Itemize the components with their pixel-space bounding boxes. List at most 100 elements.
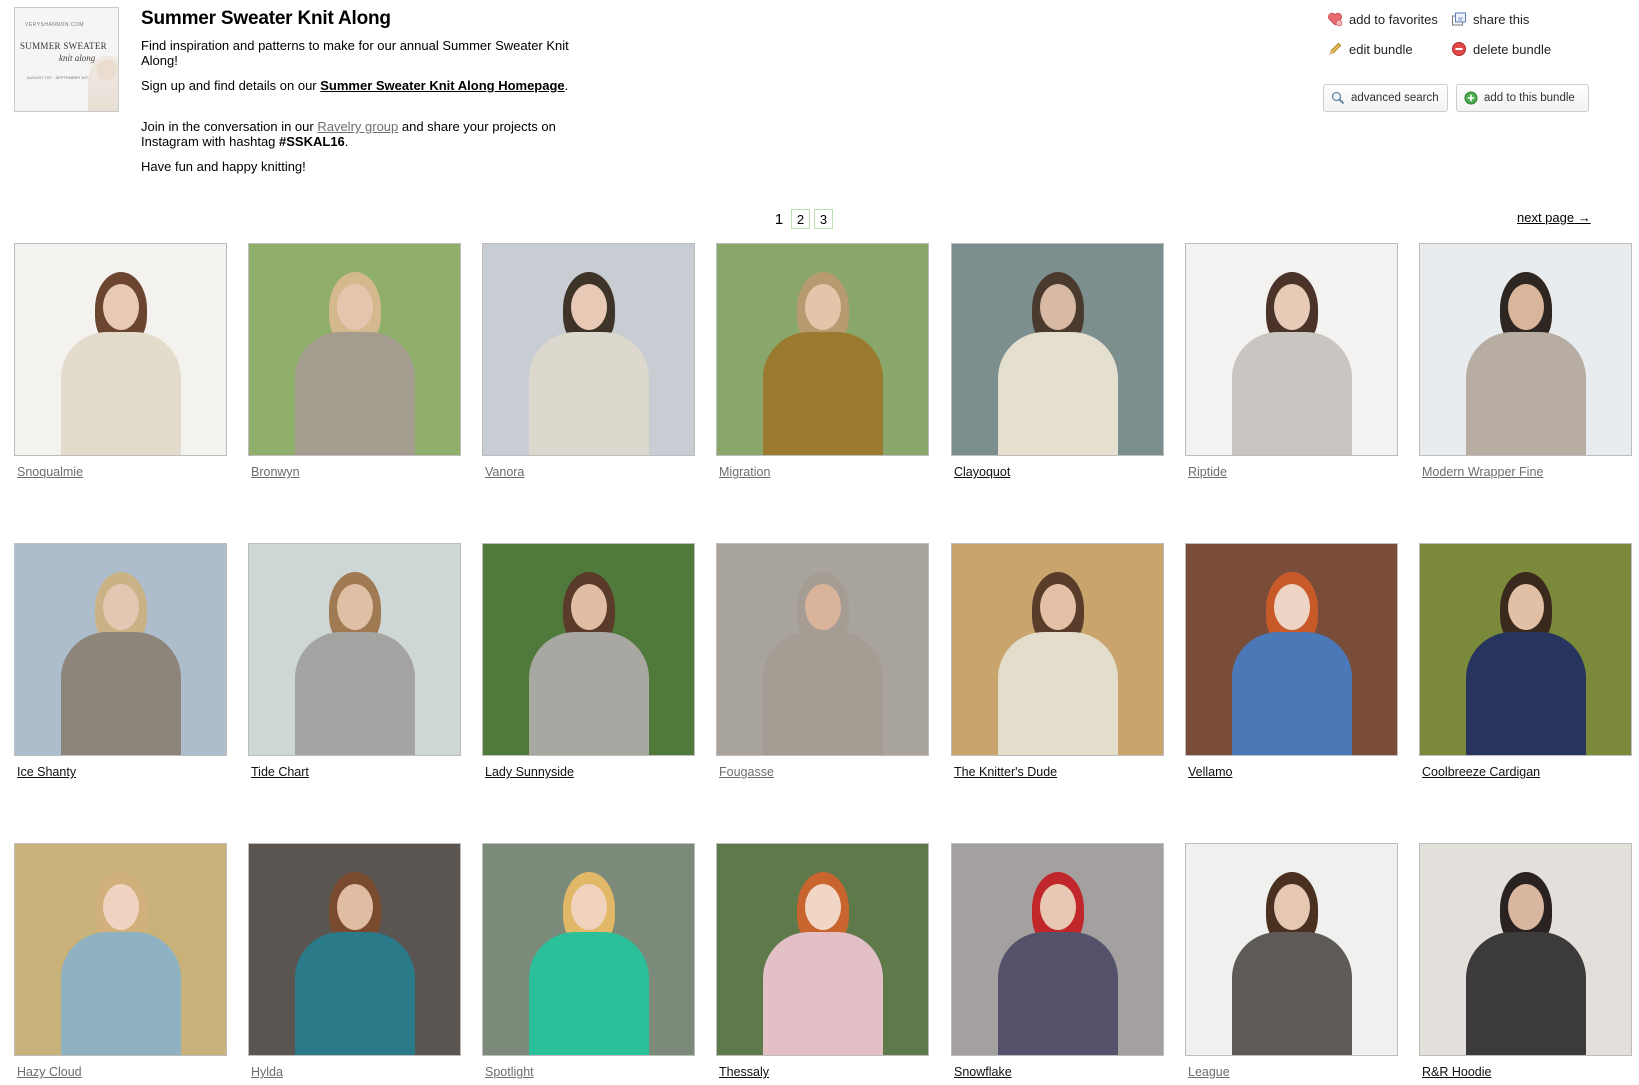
pattern-name-link[interactable]: Vanora xyxy=(485,465,524,479)
pattern-card[interactable]: Riptide xyxy=(1185,243,1398,481)
model-face xyxy=(1039,584,1076,630)
pattern-photo[interactable] xyxy=(716,243,929,456)
thumbnail-figure xyxy=(88,56,118,111)
model-sweater xyxy=(528,932,649,1055)
homepage-link[interactable]: Summer Sweater Knit Along Homepage xyxy=(320,78,564,93)
pattern-card[interactable]: Coolbreeze Cardigan xyxy=(1419,543,1632,781)
pattern-name-link[interactable]: Snoqualmie xyxy=(17,465,83,479)
pattern-name-link[interactable]: Spotlight xyxy=(485,1065,534,1079)
heart-icon xyxy=(1327,11,1343,27)
desc-2-prefix: Sign up and find details on our xyxy=(141,78,321,93)
model-face xyxy=(1039,284,1076,330)
pattern-card[interactable]: Vellamo xyxy=(1185,543,1398,781)
pattern-photo[interactable] xyxy=(14,843,227,1056)
pattern-photo[interactable] xyxy=(1419,843,1632,1056)
share-this-label: share this xyxy=(1473,11,1530,27)
model-sweater xyxy=(997,332,1118,455)
pattern-name-link[interactable]: Bronwyn xyxy=(251,465,300,479)
pattern-name-link[interactable]: Clayoquot xyxy=(954,465,1010,479)
pattern-name-link[interactable]: Hazy Cloud xyxy=(17,1065,82,1079)
pattern-photo[interactable] xyxy=(248,543,461,756)
model-sweater xyxy=(60,932,181,1055)
pattern-name-link[interactable]: Lady Sunnyside xyxy=(485,765,574,779)
pattern-photo[interactable] xyxy=(482,243,695,456)
pattern-photo[interactable] xyxy=(482,843,695,1056)
pattern-name-link[interactable]: Migration xyxy=(719,465,770,479)
pattern-photo[interactable] xyxy=(951,843,1164,1056)
pattern-card[interactable]: League xyxy=(1185,843,1398,1081)
pattern-photo[interactable] xyxy=(716,843,929,1056)
delete-bundle-link[interactable]: delete bundle xyxy=(1451,41,1551,57)
add-icon xyxy=(1464,91,1478,105)
pattern-photo[interactable] xyxy=(1419,243,1632,456)
next-page-link[interactable]: next page → xyxy=(1517,210,1591,225)
pattern-card[interactable]: Snoqualmie xyxy=(14,243,227,481)
pattern-card[interactable]: Tide Chart xyxy=(248,543,461,781)
pattern-photo[interactable] xyxy=(951,243,1164,456)
pattern-name-link[interactable]: The Knitter's Dude xyxy=(954,765,1057,779)
bundle-description-3: Join in the conversation in our Ravelry … xyxy=(141,119,571,149)
pattern-card[interactable]: Migration xyxy=(716,243,929,481)
pattern-photo[interactable] xyxy=(1185,243,1398,456)
pattern-name-link[interactable]: League xyxy=(1188,1065,1230,1079)
pattern-name-link[interactable]: Snowflake xyxy=(954,1065,1012,1079)
pattern-photo[interactable] xyxy=(248,843,461,1056)
page-link-2[interactable]: 2 xyxy=(791,209,810,229)
pattern-card[interactable]: Ice Shanty xyxy=(14,543,227,781)
pattern-photo[interactable] xyxy=(14,243,227,456)
model-sweater xyxy=(60,632,181,755)
pattern-photo[interactable] xyxy=(482,543,695,756)
model-sweater xyxy=(1465,632,1586,755)
pattern-name-link[interactable]: Modern Wrapper Fine xyxy=(1422,465,1543,479)
pattern-name-link[interactable]: Riptide xyxy=(1188,465,1227,479)
pattern-name-link[interactable]: Coolbreeze Cardigan xyxy=(1422,765,1540,779)
advanced-search-label: advanced search xyxy=(1351,92,1439,104)
add-to-favorites-link[interactable]: add to favorites xyxy=(1327,11,1438,27)
ravelry-group-link[interactable]: Ravelry group xyxy=(317,119,398,134)
pattern-card[interactable]: Hazy Cloud xyxy=(14,843,227,1081)
advanced-search-button[interactable]: advanced search xyxy=(1323,84,1448,112)
bundle-thumbnail[interactable]: VERYSHANNON.COM SUMMER SWEATER knit alon… xyxy=(14,7,119,112)
share-this-link[interactable]: share this xyxy=(1451,11,1529,27)
add-to-bundle-button[interactable]: add to this bundle xyxy=(1456,84,1589,112)
bundle-page: VERYSHANNON.COM SUMMER SWEATER knit alon… xyxy=(0,0,1639,1085)
pattern-name-link[interactable]: Hylda xyxy=(251,1065,283,1079)
pattern-card[interactable]: Bronwyn xyxy=(248,243,461,481)
model-sweater xyxy=(762,332,883,455)
pattern-card[interactable]: R&R Hoodie xyxy=(1419,843,1632,1081)
pattern-card[interactable]: Lady Sunnyside xyxy=(482,543,695,781)
hashtag-text: #SSKAL16 xyxy=(279,134,345,149)
pattern-card[interactable]: The Knitter's Dude xyxy=(951,543,1164,781)
pattern-photo[interactable] xyxy=(951,543,1164,756)
pattern-card[interactable]: Hylda xyxy=(248,843,461,1081)
pattern-name-link[interactable]: Ice Shanty xyxy=(17,765,76,779)
pattern-card[interactable]: Thessaly xyxy=(716,843,929,1081)
pattern-name-link[interactable]: Thessaly xyxy=(719,1065,769,1079)
pattern-photo[interactable] xyxy=(1419,543,1632,756)
model-face xyxy=(102,284,139,330)
pattern-photo[interactable] xyxy=(248,243,461,456)
model-face xyxy=(336,884,373,930)
pattern-photo[interactable] xyxy=(716,543,929,756)
pattern-name-link[interactable]: Vellamo xyxy=(1188,765,1232,779)
pattern-card[interactable]: Fougasse xyxy=(716,543,929,781)
edit-bundle-link[interactable]: edit bundle xyxy=(1327,41,1413,57)
pattern-photo[interactable] xyxy=(1185,843,1398,1056)
page-link-3[interactable]: 3 xyxy=(814,209,833,229)
pattern-name-link[interactable]: Fougasse xyxy=(719,765,774,779)
pattern-name-link[interactable]: Tide Chart xyxy=(251,765,309,779)
model-sweater xyxy=(997,932,1118,1055)
pattern-name-link[interactable]: R&R Hoodie xyxy=(1422,1065,1491,1079)
pattern-card[interactable]: Spotlight xyxy=(482,843,695,1081)
pattern-card[interactable]: Snowflake xyxy=(951,843,1164,1081)
model-face xyxy=(804,884,841,930)
pattern-photo[interactable] xyxy=(14,543,227,756)
model-sweater xyxy=(528,332,649,455)
pattern-card[interactable]: Modern Wrapper Fine xyxy=(1419,243,1632,481)
pattern-card[interactable]: Vanora xyxy=(482,243,695,481)
model-face xyxy=(804,284,841,330)
model-face xyxy=(570,284,607,330)
pattern-photo[interactable] xyxy=(1185,543,1398,756)
pattern-card[interactable]: Clayoquot xyxy=(951,243,1164,481)
model-face xyxy=(1507,884,1544,930)
